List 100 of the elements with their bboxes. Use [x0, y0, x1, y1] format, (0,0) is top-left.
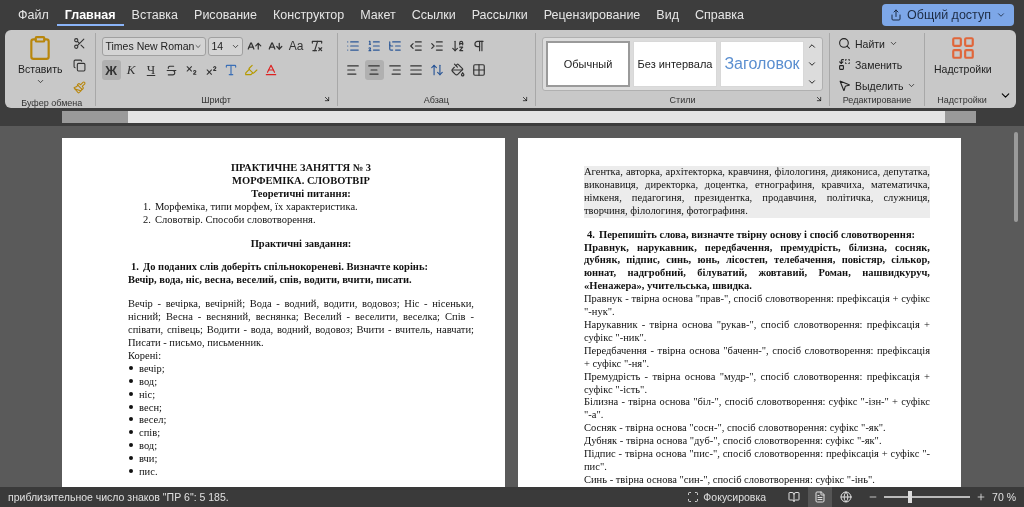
- font-size-field[interactable]: 14: [207, 36, 243, 56]
- bullet-icon: [129, 404, 133, 409]
- view-button[interactable]: [808, 487, 833, 507]
- editing-menu-item[interactable]: Заменить: [836, 56, 919, 73]
- ribbon-tab[interactable]: Вид: [648, 4, 687, 26]
- justify-icon: [409, 63, 424, 77]
- sort-icon: [451, 39, 466, 53]
- underline-button[interactable]: Ч: [141, 60, 161, 80]
- focus-button[interactable]: Фокусировка: [681, 487, 773, 507]
- heading-text: Практичні завдання:: [249, 237, 353, 251]
- book-icon: [788, 491, 801, 503]
- heading-text: ПРАКТИЧНЕ ЗАНЯТТЯ № 3: [229, 162, 373, 175]
- paragraph-text: Передбачення - твірна основа "баченн-", спосіб словотворення: префіксація + суфікс "-ня".: [584, 344, 930, 371]
- ribbon-tab[interactable]: Справка: [686, 4, 752, 26]
- ribbon-tab[interactable]: Вставка: [123, 4, 187, 26]
- heading-text: Теоретичні питання:: [250, 187, 352, 201]
- align-left-icon: [346, 63, 361, 77]
- ribbon-tab[interactable]: Рецензирование: [535, 4, 649, 26]
- increase-indent-icon: [430, 39, 445, 53]
- caret-icon: [35, 77, 45, 86]
- strikethrough-icon: [164, 63, 178, 77]
- bullet-icon: [129, 378, 133, 383]
- list-item-text: ніс;: [139, 388, 156, 402]
- ribbon-tab[interactable]: Рисование: [186, 4, 265, 26]
- pointer-icon: [838, 79, 851, 92]
- paragraph-text: Дубняк - твірна основа "дуб-", спосіб словотворення: суфікс "-як".: [584, 435, 883, 449]
- caret-icon: [888, 39, 898, 48]
- highlighter-icon: [244, 63, 258, 77]
- zoom-reading: 70 %: [992, 491, 1016, 503]
- share-icon: [890, 9, 902, 21]
- more-icon: [807, 77, 817, 87]
- subscript-icon: [184, 63, 198, 77]
- task-text: Перепишіть слова, визначте твірну основу і спосіб словотворення:: [599, 228, 916, 242]
- scroll-down-icon: [807, 59, 817, 69]
- paragraph-text: Правнук - твірна основа "прав-", спосіб словотворення: префіксація + суфікс "-нук".: [584, 293, 930, 319]
- editing-menu-item[interactable]: Найти: [836, 35, 919, 52]
- ribbon-tab[interactable]: Ссылки: [403, 4, 464, 26]
- list-item-text: вод;: [139, 440, 158, 454]
- ribbon-tab[interactable]: Файл: [10, 4, 57, 26]
- slider-thumb[interactable]: [907, 491, 912, 503]
- group-label: Шрифт: [201, 94, 231, 106]
- word-list-text: Правнук, нарукавник, передбачення, премудрість, білизна, сосняк, дубняк, підпис, синь, юнь, лісостеп, телебачення, повістяр, сількор, юннат, надгробний, білуватий, жовтавий, Роман, нашвидкуруч, «Ненажера», учительська, швидка.: [584, 241, 930, 294]
- word-list-text: Вечір, вода, ніс, весна, веселий, спів, водити, вчити, писати.: [128, 274, 413, 288]
- task-text: До поданих слів доберіть спільнокореневі. Визначте корінь:: [143, 261, 428, 275]
- paste-button[interactable]: Вставить: [15, 33, 66, 97]
- scissors-icon: [72, 36, 86, 50]
- replace-icon: [838, 58, 851, 71]
- font-name-field[interactable]: Times New Roman: [101, 36, 206, 56]
- caret-icon: [907, 81, 917, 90]
- dialog-launcher-icon: [521, 95, 529, 103]
- globe-icon: [840, 491, 853, 503]
- scroll-up-icon: [807, 41, 817, 51]
- dialog-launcher-icon: [322, 95, 331, 103]
- zoom-in-icon[interactable]: [976, 492, 987, 502]
- font-color-icon: [264, 63, 278, 77]
- copy-icon: [72, 58, 86, 72]
- paragraph-text: Підпис - твірна основа "пис-", спосіб словотворення: префіксація + суфікс "-пис".: [584, 448, 930, 474]
- style-option[interactable]: Обычный: [546, 41, 630, 87]
- scrollbar[interactable]: [1014, 132, 1018, 222]
- editing-menu-item[interactable]: Выделить: [836, 77, 919, 94]
- list-number: 2.: [143, 213, 152, 227]
- font-name-text: Times New Roman: [105, 40, 195, 52]
- text-effects-icon: [224, 63, 238, 77]
- list-item-text: вчи;: [139, 453, 158, 467]
- share-button[interactable]: Общий доступ: [882, 4, 1014, 26]
- bold-button[interactable]: Ж: [101, 60, 121, 80]
- ribbon-tab[interactable]: Рассылки: [463, 4, 536, 26]
- paragraph-text: Нарукавник - твірна основа "рукав-", спосіб словотворення: префіксація + суфікс "-ник".: [584, 318, 930, 345]
- paragraph-text: Корені:: [128, 349, 163, 363]
- list-number: 1.: [143, 200, 152, 214]
- list-item-text: пис.: [139, 466, 158, 479]
- group-label: Буфер обмена: [21, 97, 83, 109]
- numbered-list-icon: [367, 39, 382, 53]
- paragraph-text: Вечір - вечірка, вечірній; Вода - водний, водити, водовоз; Ніс - нісеньки, нісний; Весна - весняний, веснянка; Веселий - веселити, веселка; Спів - співати, співець; Водити - вода, водний, водовоз; Вчити - вчитель, навчати; Писати - письмо, письменник.: [128, 298, 474, 350]
- list-item-text: Морфеміка, типи морфем, їх характеристика.: [155, 200, 358, 214]
- task-number: 4.: [587, 228, 596, 242]
- task-number: 1.: [131, 261, 140, 275]
- brush-icon: [72, 80, 86, 94]
- bullet-icon: [129, 443, 133, 448]
- bullet-icon: [129, 417, 133, 422]
- ribbon-tab[interactable]: Главная: [56, 4, 124, 26]
- borders-icon: [472, 63, 487, 77]
- bullet-icon: [129, 365, 133, 370]
- italic-button[interactable]: К: [121, 60, 141, 80]
- list-item-text: вод;: [139, 375, 158, 389]
- list-item-text: спів;: [139, 427, 161, 441]
- list-item-text: вечір;: [139, 362, 165, 376]
- paragraph-text: Премудрість - твірна основа "мудр-", спосіб словотворення: префіксація + суфікс "-ість".: [584, 370, 930, 397]
- align-center-button[interactable]: [364, 60, 384, 80]
- line-spacing-icon: [430, 63, 445, 77]
- ribbon-tab[interactable]: Макет: [352, 4, 404, 26]
- pilcrow-icon: [472, 39, 487, 53]
- addins-button[interactable]: Надстройки: [931, 33, 995, 94]
- style-option[interactable]: Без интервала: [633, 41, 717, 87]
- bullet-list-icon: [346, 39, 361, 53]
- grid-icon: [949, 35, 976, 61]
- change-case-button[interactable]: Aa: [286, 36, 306, 56]
- paragraph-text: Агентка, авторка, архітекторка, кравчиня, філологиня, диякониса, депутатка, виконавиця, директорка, доцентка, етнографиня, кравчиха, математичка, німкеня, педагогиня, президентка, продавчиня, політичка, служниця, творчиня, філологиня, фотографиня.: [584, 166, 930, 218]
- paragraph-text: Сосняк - твірна основа "сосн-", спосіб словотворення: суфікс "-як".: [584, 422, 887, 436]
- ribbon-tab[interactable]: Конструктор: [265, 4, 353, 26]
